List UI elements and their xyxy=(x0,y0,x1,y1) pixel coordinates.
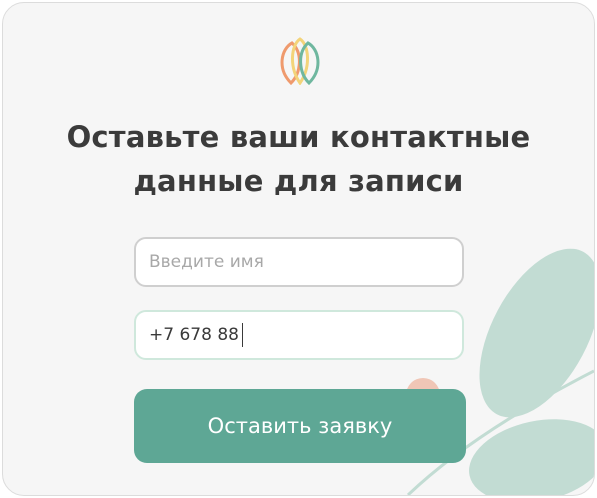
flower-logo-icon xyxy=(280,37,320,85)
phone-input[interactable]: +7 678 88 xyxy=(134,310,464,360)
contact-form-card: Оставьте ваши контактные данные для запи… xyxy=(2,2,595,496)
leaf-shape-lower xyxy=(469,419,594,495)
title-line-2: данные для записи xyxy=(133,164,464,198)
text-cursor xyxy=(241,323,244,347)
name-input-placeholder: Введите имя xyxy=(149,252,264,272)
submit-button[interactable]: Оставить заявку xyxy=(134,389,466,463)
leaf-shape-upper xyxy=(479,248,594,418)
page-title: Оставьте ваши контактные данные для запи… xyxy=(3,115,594,203)
title-line-1: Оставьте ваши контактные xyxy=(66,120,531,154)
phone-input-value: +7 678 88 xyxy=(149,325,239,345)
name-input[interactable]: Введите имя xyxy=(134,237,464,287)
